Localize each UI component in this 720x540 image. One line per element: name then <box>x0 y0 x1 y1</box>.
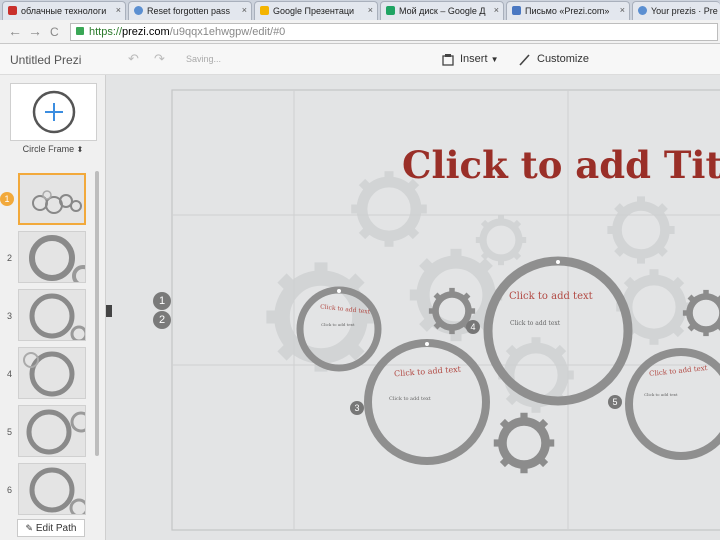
prezi-title[interactable]: Untitled Prezi <box>10 53 81 67</box>
thumbnail-preview <box>18 405 86 457</box>
edit-path-button[interactable]: ✎ Edit Path <box>17 519 85 537</box>
prezi-canvas[interactable]: Click to add Title Click to add text Cli… <box>106 75 720 540</box>
ring-big-sub[interactable]: Click to add text <box>510 320 560 327</box>
ring-right-sub[interactable]: Click to add text <box>644 392 677 397</box>
thumbnail-preview <box>18 289 86 341</box>
brush-icon <box>519 54 530 66</box>
tab-close-icon[interactable]: × <box>242 5 247 15</box>
thumbnail-number: 1 <box>0 192 14 206</box>
thumbnail-number: 3 <box>7 311 13 321</box>
insert-label: Insert <box>460 53 488 65</box>
url-text: https://prezi.com/u9qqx1ehwgpw/edit/#0 <box>89 24 285 40</box>
tab-title: Мой диск – Google Д <box>399 6 486 16</box>
browser-tab-6[interactable]: Your prezis · Pre <box>632 1 720 20</box>
thumbnail-number: 6 <box>7 485 13 495</box>
frame-sidebar: Circle Frame ⬍ 1 2 3 4 5 6 ✎ Edit Path <box>0 75 106 540</box>
redo-icon[interactable]: ↷ <box>154 51 165 67</box>
tab-close-icon[interactable]: × <box>116 5 121 15</box>
tab-favicon-icon <box>8 6 17 15</box>
path-marker-2[interactable]: 2 <box>153 311 171 329</box>
step-marker-3[interactable]: 3 <box>350 401 364 415</box>
browser-tab-1[interactable]: облачные технологи × <box>2 1 126 20</box>
tab-close-icon[interactable]: × <box>620 5 625 15</box>
url-scheme: https:// <box>89 26 123 38</box>
tab-favicon-icon <box>638 6 647 15</box>
tab-title: Your prezis · Pre <box>651 6 718 16</box>
ring-big-title[interactable]: Click to add text <box>509 291 593 302</box>
thumbnail-item[interactable]: 2 <box>0 231 100 285</box>
browser-tab-5[interactable]: Письмо «Prezi.com» × <box>506 1 630 20</box>
updown-icon: ⬍ <box>76 145 84 154</box>
address-bar[interactable]: https://prezi.com/u9qqx1ehwgpw/edit/#0 <box>70 23 718 41</box>
saving-status: Saving... <box>186 54 222 64</box>
prezi-header: Untitled Prezi ↶ ↷ Saving... Insert ▼ Cu… <box>0 44 720 75</box>
tab-favicon-icon <box>512 6 521 15</box>
browser-tab-2[interactable]: Reset forgotten pass × <box>128 1 252 20</box>
tab-favicon-icon <box>260 6 269 15</box>
canvas-title[interactable]: Click to add Title <box>402 143 720 187</box>
chevron-down-icon: ▼ <box>490 55 499 64</box>
tab-title: облачные технологи <box>21 6 107 16</box>
browser-tab-strip: облачные технологи × Reset forgotten pas… <box>0 0 720 20</box>
ring-left-sub[interactable]: Click to add text <box>321 322 354 327</box>
back-icon[interactable]: ← <box>8 23 22 39</box>
browser-toolbar: ← → C https://prezi.com/u9qqx1ehwgpw/edi… <box>0 20 720 44</box>
tab-title: Письмо «Prezi.com» <box>525 6 610 16</box>
thumbnail-item[interactable]: 4 <box>0 347 100 401</box>
thumbnail-number: 4 <box>7 369 13 379</box>
reload-icon[interactable]: C <box>50 25 59 39</box>
frame-type-select[interactable]: Circle Frame ⬍ <box>0 144 106 154</box>
tab-favicon-icon <box>134 6 143 15</box>
thumbnail-item[interactable]: 6 <box>0 463 100 517</box>
forward-icon[interactable]: → <box>28 23 42 39</box>
thumbnail-preview <box>18 463 86 515</box>
insert-icon <box>442 54 454 66</box>
path-marker-1[interactable]: 1 <box>153 292 171 310</box>
thumbnail-number: 2 <box>7 253 13 263</box>
tab-title: Google Презентаци <box>273 6 355 16</box>
url-host: prezi.com <box>122 26 170 38</box>
step-marker-4[interactable]: 4 <box>466 320 480 334</box>
url-path: /u9qqx1ehwgpw/edit/#0 <box>169 26 286 38</box>
tab-close-icon[interactable]: × <box>368 5 373 15</box>
tab-favicon-icon <box>386 6 395 15</box>
edit-path-label: Edit Path <box>35 523 77 534</box>
add-frame-button[interactable] <box>10 83 97 141</box>
thumbnail-preview <box>18 231 86 283</box>
thumbnail-preview <box>18 173 86 225</box>
undo-icon[interactable]: ↶ <box>128 51 139 67</box>
tab-close-icon[interactable]: × <box>494 5 499 15</box>
frame-type-label: Circle Frame <box>22 144 75 154</box>
customize-button[interactable]: Customize <box>537 53 589 65</box>
add-frame-icon <box>32 90 76 134</box>
insert-button[interactable]: Insert ▼ <box>460 53 499 65</box>
step-marker-5[interactable]: 5 <box>608 395 622 409</box>
thumbnail-item[interactable]: 1 <box>0 173 100 227</box>
canvas-side-handle[interactable] <box>106 305 112 317</box>
ring-mid-sub[interactable]: Click to add text <box>389 396 431 402</box>
thumbnail-number: 5 <box>7 427 13 437</box>
sidebar-scrollbar[interactable] <box>95 171 99 456</box>
pencil-icon: ✎ <box>25 523 34 533</box>
tab-title: Reset forgotten pass <box>147 6 231 16</box>
thumbnail-item[interactable]: 3 <box>0 289 100 343</box>
thumbnail-item[interactable]: 5 <box>0 405 100 459</box>
browser-tab-4[interactable]: Мой диск – Google Д × <box>380 1 504 20</box>
thumbnail-preview <box>18 347 86 399</box>
browser-tab-3[interactable]: Google Презентаци × <box>254 1 378 20</box>
lock-icon <box>76 27 84 35</box>
